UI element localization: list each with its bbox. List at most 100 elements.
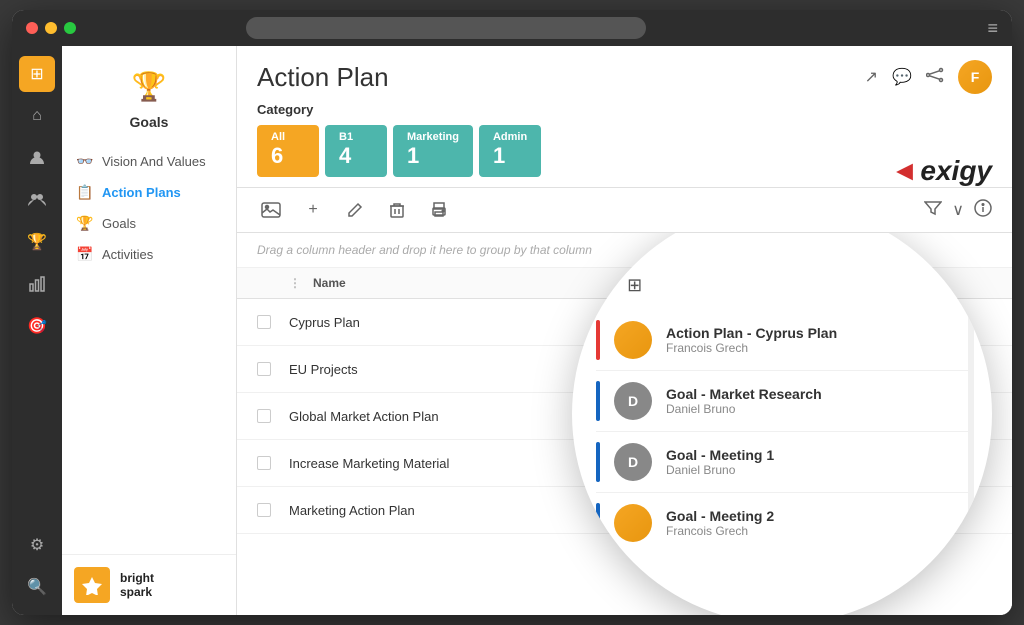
category-tile-all[interactable]: All 6 (257, 125, 319, 177)
actionplans-icon: 📋 (76, 184, 94, 201)
nav-home[interactable]: ⌂ (19, 98, 55, 134)
checkbox-4[interactable] (257, 503, 271, 517)
tile-all-label: All (271, 131, 305, 143)
tile-marketing-label: Marketing (407, 131, 459, 143)
row-check-1[interactable] (257, 362, 289, 376)
sidebar-header: 🏆 Goals (62, 46, 236, 138)
nav-person[interactable] (19, 140, 55, 176)
goals-nav-icon: 🏆 (76, 215, 94, 232)
table-row[interactable]: Increase Marketing Material Francois Gre… (237, 440, 1012, 487)
name-column-label: Name (313, 276, 346, 290)
table-row[interactable]: Global Market Action Plan Francois G... (237, 393, 1012, 440)
row-check-2[interactable] (257, 409, 289, 423)
menu-icon[interactable]: ≡ (987, 18, 998, 39)
category-tiles: All 6 B1 4 Marketing 1 Admin (257, 125, 541, 187)
owner-name-0: Francois Grech (826, 315, 915, 330)
category-label: Category (257, 102, 992, 117)
table-area: Drag a column header and drop it here to… (237, 233, 1012, 615)
exigy-arrow: ◄ (891, 155, 919, 187)
row-check-4[interactable] (257, 503, 289, 517)
nav-settings[interactable]: ⚙ (19, 527, 55, 563)
user-avatar[interactable]: F (958, 60, 992, 94)
exigy-logo: ◄ exigy (891, 155, 992, 187)
row-owner-4: Francois Grech (792, 497, 992, 523)
category-tile-admin[interactable]: Admin 1 (479, 125, 541, 177)
brand-name: bright spark (120, 571, 154, 600)
goals-icon: 🏆 (125, 62, 173, 110)
sidebar-item-activities[interactable]: 📅 Activities (62, 239, 236, 270)
owner-name-4: Francois Grech (826, 503, 915, 518)
owner-avatar-3 (792, 450, 818, 476)
header-actions: ↗ 💬 F (865, 60, 992, 94)
header-check (257, 276, 289, 290)
header-owner[interactable]: Owner (792, 276, 992, 290)
close-button[interactable] (26, 22, 38, 34)
nav-chart[interactable] (19, 266, 55, 302)
checkbox-0[interactable] (257, 315, 271, 329)
checkbox-2[interactable] (257, 409, 271, 423)
owner-avatar-4 (792, 497, 818, 523)
sidebar-item-activities-label: Activities (102, 247, 153, 262)
info-icon[interactable] (974, 199, 992, 222)
expand-icon[interactable]: ↗ (865, 67, 878, 87)
row-name-3: Increase Marketing Material (289, 456, 792, 471)
sidebar-bottom: bright spark (62, 554, 236, 615)
chevron-down-icon[interactable]: ∨ (952, 200, 964, 220)
nav-grid[interactable]: ⊞ (19, 56, 55, 92)
minimize-button[interactable] (45, 22, 57, 34)
nav-trophy[interactable]: 🏆 (19, 224, 55, 260)
brand-name-line2: spark (120, 585, 154, 599)
sidebar-item-vision[interactable]: 👓 Vision And Values (62, 146, 236, 177)
sidebar: 🏆 Goals 👓 Vision And Values 📋 Action Pla… (62, 46, 237, 615)
table-row[interactable]: Marketing Action Plan Francois Grech (237, 487, 1012, 534)
toolbar-edit-btn[interactable] (341, 196, 369, 224)
tile-admin-count: 1 (493, 143, 527, 169)
filter-icon[interactable] (924, 200, 942, 221)
page-title: Action Plan (257, 62, 389, 93)
nav-search[interactable]: 🔍 (19, 569, 55, 605)
titlebar: ≡ (12, 10, 1012, 46)
sidebar-item-vision-label: Vision And Values (102, 154, 206, 169)
maximize-button[interactable] (64, 22, 76, 34)
row-name-1: EU Projects (289, 362, 792, 377)
checkbox-1[interactable] (257, 362, 271, 376)
category-tile-b1[interactable]: B1 4 (325, 125, 387, 177)
sidebar-item-actionplans[interactable]: 📋 Action Plans (62, 177, 236, 208)
brand-name-line1: bright (120, 571, 154, 585)
sidebar-item-goals[interactable]: 🏆 Goals (62, 208, 236, 239)
toolbar-right: ∨ (924, 199, 992, 222)
content-header: Action Plan ↗ 💬 F Category All (237, 46, 1012, 188)
icon-bar: ⊞ ⌂ 🏆 🎯 ⚙ 🔍 (12, 46, 62, 615)
table-row[interactable]: EU Projects Francois G... (237, 346, 1012, 393)
window-controls (26, 22, 76, 34)
row-owner-1: Francois G... (792, 356, 992, 382)
row-owner-0: Francois Grech (792, 309, 992, 335)
owner-name-1: Francois G... (826, 362, 900, 377)
toolbar-add-btn[interactable]: + (299, 196, 327, 224)
row-name-0: Cyprus Plan (289, 315, 792, 330)
row-owner-3: Francois Grech (792, 450, 992, 476)
icon-bar-bottom: ⚙ 🔍 (19, 527, 55, 605)
main-layout: ⊞ ⌂ 🏆 🎯 ⚙ 🔍 🏆 Goals (12, 46, 1012, 615)
toolbar-delete-btn[interactable] (383, 196, 411, 224)
tile-b1-label: B1 (339, 131, 373, 143)
category-tile-marketing[interactable]: Marketing 1 (393, 125, 473, 177)
share-icon[interactable] (926, 67, 944, 88)
row-check-0[interactable] (257, 315, 289, 329)
row-check-3[interactable] (257, 456, 289, 470)
owner-name-3: Francois Grech (826, 456, 915, 471)
table-row[interactable]: Cyprus Plan Francois Grech (237, 299, 1012, 346)
toolbar-print-btn[interactable] (425, 196, 453, 224)
row-owner-2: Francois G... (792, 403, 992, 429)
header-name[interactable]: Name (313, 276, 768, 290)
brand-logo (74, 567, 110, 603)
comment-icon[interactable]: 💬 (892, 67, 912, 87)
content-area: Action Plan ↗ 💬 F Category All (237, 46, 1012, 615)
nav-people[interactable] (19, 182, 55, 218)
toolbar: + ∨ (237, 188, 1012, 233)
toolbar-image-btn[interactable] (257, 196, 285, 224)
owner-avatar-0 (792, 309, 818, 335)
nav-target[interactable]: 🎯 (19, 308, 55, 344)
owner-name-2: Francois G... (826, 409, 900, 424)
checkbox-3[interactable] (257, 456, 271, 470)
